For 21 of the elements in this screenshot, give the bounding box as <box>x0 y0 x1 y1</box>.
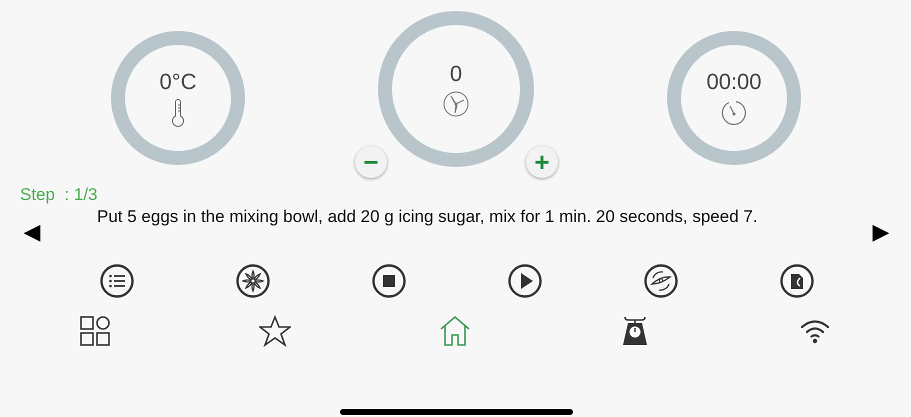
play-icon[interactable] <box>508 264 542 298</box>
stop-icon[interactable] <box>372 264 406 298</box>
reverse-icon[interactable] <box>644 264 678 298</box>
step-instruction: Put 5 eggs in the mixing bowl, add 20 g icing sugar, mix for 1 min. 20 seconds, speed 7. <box>97 206 758 228</box>
apps-icon[interactable] <box>79 315 111 347</box>
dial-value: 0 <box>450 61 462 87</box>
home-icon[interactable] <box>439 315 471 347</box>
thermometer-icon <box>171 99 185 127</box>
blade-icon[interactable] <box>236 264 270 298</box>
dial-value: 0°C <box>160 69 196 95</box>
increase-button[interactable]: + <box>526 146 558 178</box>
next-button[interactable]: ▶ <box>867 220 895 245</box>
star-icon[interactable] <box>259 315 291 347</box>
timer-icon <box>720 99 748 127</box>
dial-value: 00:00 <box>706 69 762 95</box>
blade-icon <box>443 91 469 117</box>
list-icon[interactable] <box>100 264 134 298</box>
step-counter: Step : 1/3 <box>19 184 98 206</box>
previous-button[interactable]: ◀ <box>18 220 46 245</box>
recipe-icon[interactable] <box>780 264 814 298</box>
decrease-button[interactable]: − <box>355 146 387 178</box>
